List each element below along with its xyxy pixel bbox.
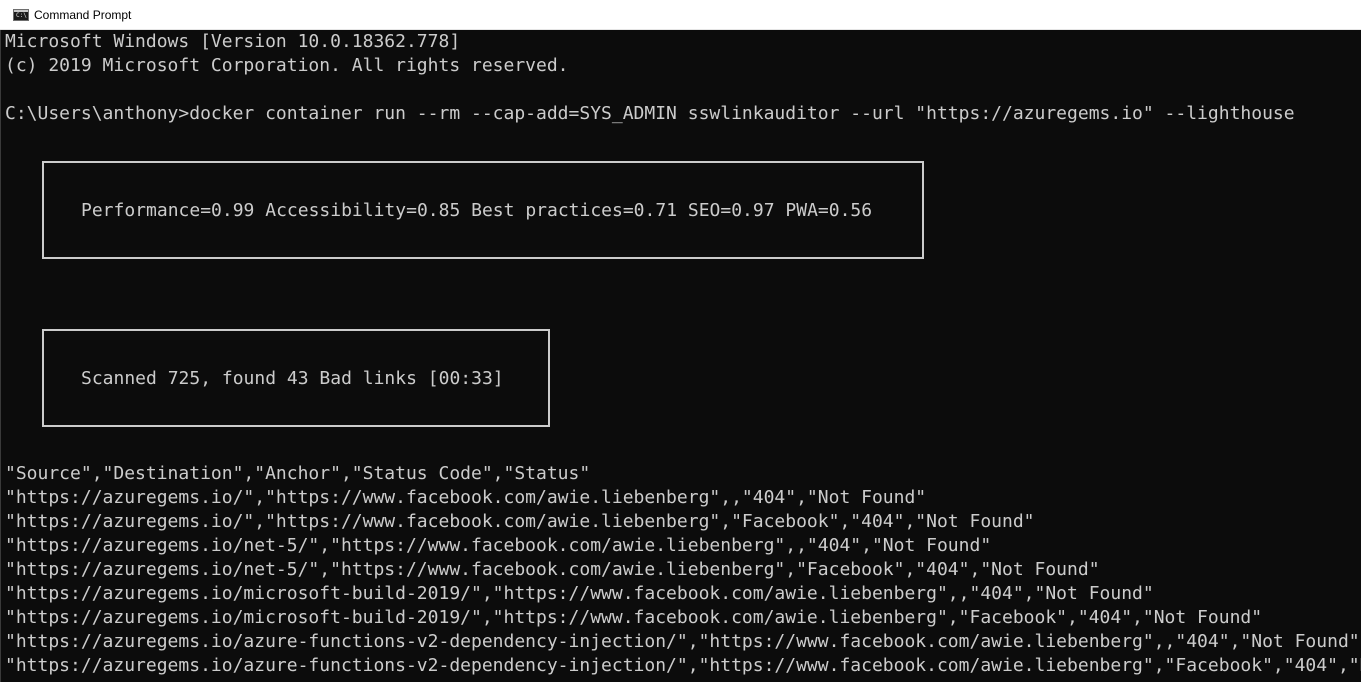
csv-row: "https://azuregems.io/","https://www.fac… <box>5 511 1035 532</box>
csv-row: "https://azuregems.io/azure-functions-v2… <box>5 655 1361 676</box>
command-prompt-window: Command Prompt Microsoft Windows [Versio… <box>0 0 1361 682</box>
cmd-icon <box>13 8 29 21</box>
lighthouse-results-text: Performance=0.99 Accessibility=0.85 Best… <box>81 200 873 221</box>
title-bar[interactable]: Command Prompt <box>0 0 1361 30</box>
header-line-copyright: (c) 2019 Microsoft Corporation. All righ… <box>5 55 569 76</box>
csv-header-line: "Source","Destination","Anchor","Status … <box>5 463 591 484</box>
csv-row: "https://azuregems.io/microsoft-build-20… <box>5 583 1154 604</box>
csv-row: "https://azuregems.io/net-5/","https://w… <box>5 535 992 556</box>
window-border <box>0 30 1 682</box>
csv-row: "https://azuregems.io/","https://www.fac… <box>5 487 927 508</box>
scan-summary-box: Scanned 725, found 43 Bad links [00:33] <box>42 329 550 427</box>
window-title: Command Prompt <box>34 7 132 22</box>
csv-row: "https://azuregems.io/microsoft-build-20… <box>5 607 1263 628</box>
csv-row: "https://azuregems.io/net-5/","https://w… <box>5 559 1100 580</box>
header-line-version: Microsoft Windows [Version 10.0.18362.77… <box>5 31 461 52</box>
csv-row: "https://azuregems.io/azure-functions-v2… <box>5 631 1360 652</box>
scan-summary-text: Scanned 725, found 43 Bad links [00:33] <box>81 368 504 389</box>
lighthouse-results-box: Performance=0.99 Accessibility=0.85 Best… <box>42 161 924 259</box>
console-output[interactable]: Microsoft Windows [Version 10.0.18362.77… <box>0 30 1361 682</box>
command-line: C:\Users\anthony>docker container run --… <box>5 103 1295 124</box>
